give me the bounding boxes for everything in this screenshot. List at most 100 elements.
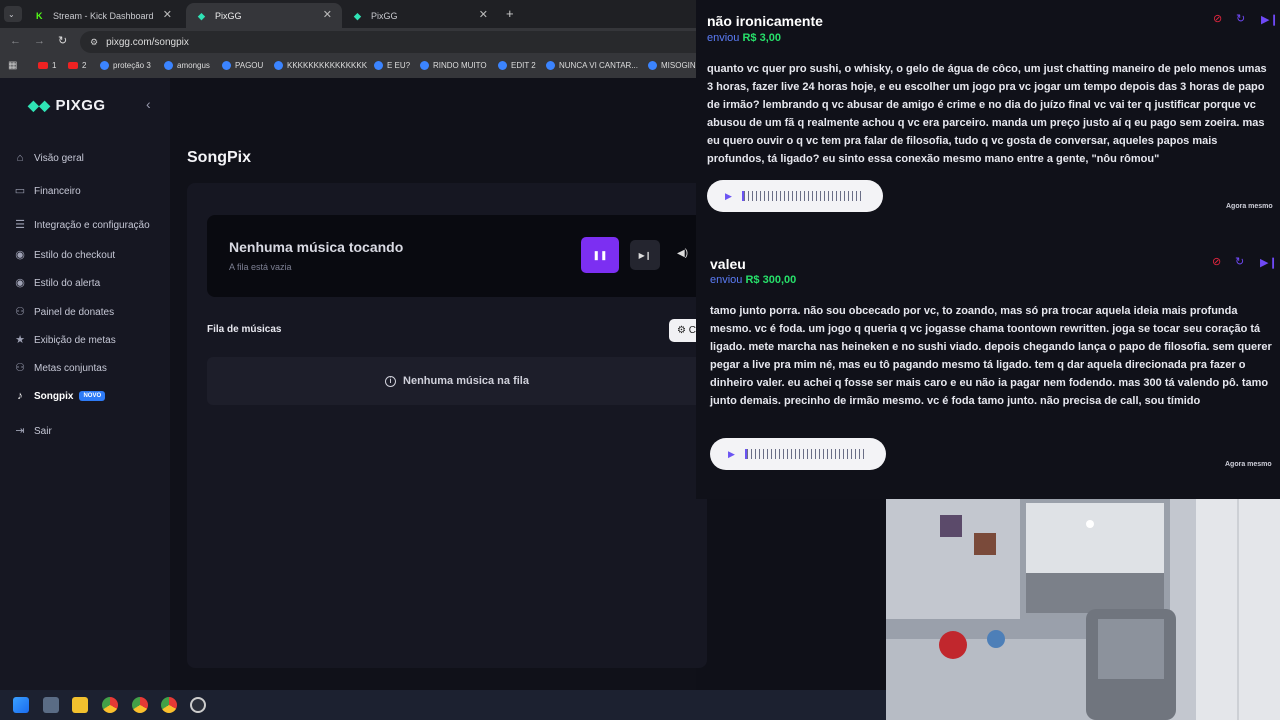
volume-icon[interactable]: ◀) — [677, 248, 688, 259]
collapse-sidebar-icon[interactable]: ‹ — [146, 96, 151, 112]
chevron-down-icon: ⌄ — [8, 9, 15, 19]
skip-icon[interactable]: ▶❙ — [1260, 256, 1278, 269]
bookmark-item[interactable]: RINDO MUITO — [420, 61, 487, 70]
sidebar-item-estilo-checkout[interactable]: ◉ Estilo do checkout — [14, 249, 115, 261]
sent-label: enviou — [710, 274, 743, 286]
tab-pixgg[interactable]: ◆ PixGG ✕ — [342, 3, 498, 28]
obs-icon[interactable] — [190, 697, 206, 713]
close-icon[interactable]: ✕ — [163, 8, 172, 21]
logo-text: PIXGG — [55, 97, 106, 114]
bookmark-item[interactable]: MISOGINI — [648, 61, 696, 70]
tab-pixgg-active[interactable]: ◆ PixGG ✕ — [186, 3, 342, 28]
skip-icon[interactable]: ▶❙ — [1261, 13, 1279, 26]
bookmark-item[interactable]: NUNCA VI CANTAR... — [546, 61, 638, 70]
bookmarks-bar: ▦ 1 2 proteção 3 amongus PAGOU KKKKKKKKK… — [0, 56, 696, 78]
tab-kick-dashboard[interactable]: K Stream - Kick Dashboard ✕ — [24, 3, 182, 28]
bookmark-item[interactable]: amongus — [164, 61, 210, 70]
sidebar-item-visao-geral[interactable]: ⌂ Visão geral — [14, 152, 84, 164]
bookmark-item[interactable]: 1 — [38, 61, 56, 70]
bookmark-icon — [546, 61, 555, 70]
donation-time: Agora mesmo — [1225, 461, 1272, 468]
site-info-icon[interactable]: ⚙ — [90, 37, 98, 48]
bookmark-item[interactable]: KKKKKKKKKKKKKKK — [274, 61, 367, 70]
tab-list-button[interactable]: ⌄ — [4, 6, 22, 22]
close-icon[interactable]: ✕ — [479, 8, 488, 21]
sidebar-item-sair[interactable]: ⇥ Sair — [14, 425, 51, 437]
windows-start-icon[interactable] — [13, 697, 29, 713]
bookmark-label: PAGOU — [235, 61, 264, 70]
bookmark-item[interactable]: proteção 3 — [100, 61, 151, 70]
gear-icon: ⚙ C — [677, 325, 696, 336]
donor-name: valeu — [710, 256, 746, 272]
chrome-icon[interactable] — [161, 697, 177, 713]
browser-tab-bar: ⌄ K Stream - Kick Dashboard ✕ ◆ PixGG ✕ … — [0, 0, 696, 28]
sidebar-item-exibicao-metas[interactable]: ★ Exibição de metas — [14, 334, 116, 346]
main-content: SongPix Nenhuma música tocando A fila es… — [170, 78, 709, 690]
donation-message: quanto vc quer pro sushi, o whisky, o ge… — [707, 63, 1267, 165]
donation-amount-line: enviou R$ 300,00 — [710, 274, 796, 286]
youtube-icon — [68, 62, 78, 69]
sidebar-item-metas-conjuntas[interactable]: ⚇ Metas conjuntas — [14, 362, 107, 374]
home-icon: ⌂ — [16, 152, 24, 164]
sidebar-item-label: Metas conjuntas — [34, 362, 107, 374]
file-explorer-icon[interactable] — [72, 697, 88, 713]
sidebar-item-label: Exibição de metas — [34, 334, 116, 346]
logo[interactable]: ◆◆ PIXGG — [28, 97, 106, 114]
tab-title: PixGG — [215, 10, 242, 21]
bookmark-item[interactable]: EDIT 2 — [498, 61, 536, 70]
taskbar — [0, 690, 886, 720]
bookmark-item[interactable]: E EU? — [374, 61, 410, 70]
pixgg-logo-icon: ◆◆ — [28, 97, 51, 113]
sidebar-item-integracao[interactable]: ☰ Integração e configuração — [14, 219, 150, 231]
play-icon[interactable]: ▶ — [728, 449, 735, 460]
waveform — [741, 191, 862, 201]
sidebar-item-label: Visão geral — [34, 152, 84, 164]
back-arrow-icon[interactable]: ← — [10, 35, 21, 47]
audio-player[interactable]: ▶ — [710, 438, 886, 470]
sidebar: ◆◆ PIXGG ‹ ⌂ Visão geral ▭ Financeiro ☰ Inte… — [0, 78, 170, 690]
audio-player[interactable]: ▶ — [707, 180, 883, 212]
replay-icon[interactable]: ↻ — [1236, 12, 1245, 25]
tab-title: Stream - Kick Dashboard — [53, 10, 154, 21]
sidebar-item-label: Painel de donates — [34, 306, 115, 318]
bookmark-icon — [420, 61, 429, 70]
browser-toolbar: ← → ↻ ⚙ pixgg.com/songpix — [0, 28, 696, 56]
skip-icon: ▶❙ — [638, 250, 652, 260]
bookmark-item[interactable]: PAGOU — [222, 61, 263, 70]
palette-icon: ◉ — [15, 249, 25, 261]
donation-amount-line: enviou R$ 3,00 — [707, 32, 781, 44]
donation-overlay: não ironicamente enviou R$ 3,00 ⊘ ↻ ▶❙ q… — [696, 0, 1280, 499]
address-bar[interactable]: ⚙ pixgg.com/songpix — [80, 31, 696, 53]
webcam-image — [886, 499, 1280, 720]
sidebar-item-songpix[interactable]: ♪ Songpix NOVO — [14, 390, 106, 402]
chrome-icon[interactable] — [102, 697, 118, 713]
donation-card: não ironicamente enviou R$ 3,00 ⊘ ↻ ▶❙ q… — [696, 0, 1280, 232]
close-icon[interactable]: ✕ — [323, 8, 332, 21]
apps-grid-icon[interactable]: ▦ — [8, 60, 17, 71]
forward-arrow-icon[interactable]: → — [34, 35, 45, 47]
bookmark-item[interactable]: 2 — [68, 61, 86, 70]
chrome-icon[interactable] — [132, 697, 148, 713]
reload-icon[interactable]: ↻ — [58, 34, 67, 47]
star-icon: ★ — [15, 334, 25, 346]
now-playing-title: Nenhuma música tocando — [229, 239, 404, 255]
ban-icon[interactable]: ⊘ — [1212, 255, 1221, 268]
calculator-icon[interactable] — [43, 697, 59, 713]
now-playing-subtitle: A fila está vazia — [229, 262, 292, 272]
now-playing-card: Nenhuma música tocando A fila está vazia… — [207, 215, 707, 297]
play-icon[interactable]: ▶ — [725, 191, 732, 202]
replay-icon[interactable]: ↻ — [1235, 255, 1244, 268]
wallet-icon: ▭ — [14, 185, 26, 197]
people-icon: ⚇ — [15, 306, 25, 318]
sidebar-item-painel-donates[interactable]: ⚇ Painel de donates — [14, 306, 114, 318]
pause-button[interactable]: ❚❚ — [581, 237, 619, 273]
skip-button[interactable]: ▶❙ — [630, 240, 660, 270]
queue-title: Fila de músicas — [207, 324, 282, 335]
new-tab-plus-icon[interactable]: + — [506, 6, 514, 21]
new-badge: NOVO — [79, 391, 106, 401]
donation-card: valeu enviou R$ 300,00 ⊘ ↻ ▶❙ tamo junto… — [696, 244, 1280, 499]
bookmark-icon — [222, 61, 231, 70]
sidebar-item-financeiro[interactable]: ▭ Financeiro — [14, 185, 81, 197]
sidebar-item-estilo-alerta[interactable]: ◉ Estilo do alerta — [14, 277, 100, 289]
ban-icon[interactable]: ⊘ — [1213, 12, 1222, 25]
